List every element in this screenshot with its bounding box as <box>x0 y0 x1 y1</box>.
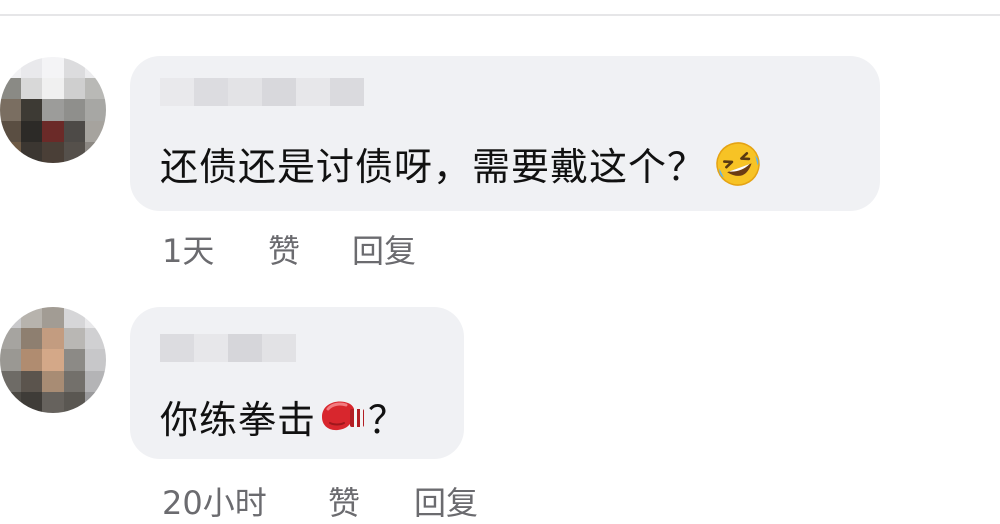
comment-time: 20小时 <box>162 484 267 522</box>
reply-button[interactable]: 回复 <box>414 478 478 524</box>
comment-bubble: 你练拳击 ？ <box>130 307 464 459</box>
avatar[interactable] <box>0 57 106 163</box>
comment-text: 你练拳击 ？ <box>160 389 407 444</box>
top-divider <box>0 14 1000 16</box>
like-button[interactable]: 赞 <box>328 478 360 524</box>
avatar[interactable] <box>0 307 106 413</box>
comment-text-content: 你练拳击 <box>160 398 317 442</box>
like-button[interactable]: 赞 <box>268 226 300 272</box>
comment-text-content: 还债还是讨债呀，需要戴这个？ <box>160 145 707 189</box>
comment-bubble: 还债还是讨债呀，需要戴这个？ <box>130 56 880 211</box>
username-blurred[interactable] <box>160 334 296 362</box>
reply-button[interactable]: 回复 <box>352 226 416 272</box>
comment-time: 1天 <box>162 232 215 270</box>
username-blurred[interactable] <box>160 78 364 106</box>
comment-text-suffix: ？ <box>368 398 408 442</box>
boxing-glove-emoji-icon <box>322 401 365 431</box>
comment-text: 还债还是讨债呀，需要戴这个？ <box>160 136 762 191</box>
rofl-emoji-icon <box>716 142 760 186</box>
